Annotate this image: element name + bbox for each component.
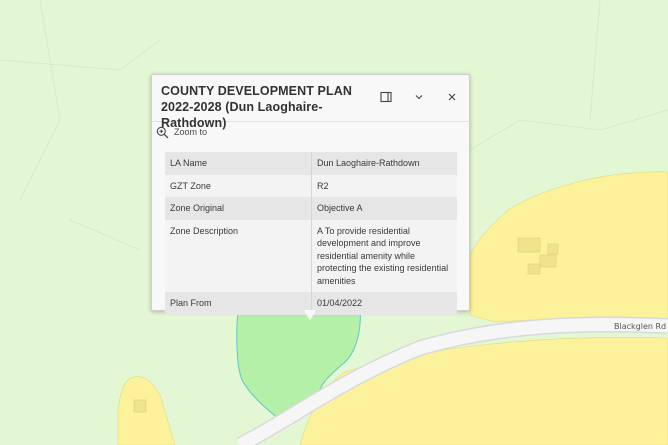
attribute-key: Plan From	[165, 292, 312, 315]
attribute-key: Zone Description	[165, 219, 312, 292]
feature-popup: COUNTY DEVELOPMENT PLAN 2022-2028 (Dun L…	[151, 74, 470, 321]
attribute-value: Objective A	[317, 203, 363, 213]
attribute-key: Zone Original	[165, 197, 312, 220]
zoom-to-action[interactable]: Zoom to	[156, 124, 207, 140]
attribute-value: A To provide residential development and…	[317, 225, 449, 286]
attribute-value: 01/04/2022	[317, 298, 363, 308]
table-row: Zone Description A To provide residentia…	[165, 219, 457, 292]
popup-pointer	[304, 310, 316, 321]
close-icon	[448, 93, 456, 101]
dock-button[interactable]	[378, 89, 394, 105]
table-row: GZT Zone R2	[165, 174, 457, 197]
dock-icon	[380, 91, 392, 103]
attribute-table: LA Name Dun Laoghaire-Rathdown GZT Zone …	[165, 152, 457, 315]
attribute-key: GZT Zone	[165, 174, 312, 197]
close-button[interactable]	[444, 89, 460, 105]
table-row: Zone Original Objective A	[165, 197, 457, 220]
zoom-in-icon	[156, 126, 169, 138]
collapse-button[interactable]	[411, 89, 427, 105]
chevron-down-icon	[415, 95, 423, 100]
road-label: Blackglen Rd	[614, 322, 667, 331]
table-row: LA Name Dun Laoghaire-Rathdown	[165, 152, 457, 175]
attribute-key: LA Name	[165, 152, 312, 175]
attribute-value: R2	[317, 180, 329, 191]
zoom-to-label: Zoom to	[174, 127, 208, 137]
attribute-value: Dun Laoghaire-Rathdown	[317, 158, 420, 168]
popup-header: COUNTY DEVELOPMENT PLAN 2022-2028 (Dun L…	[152, 75, 469, 130]
